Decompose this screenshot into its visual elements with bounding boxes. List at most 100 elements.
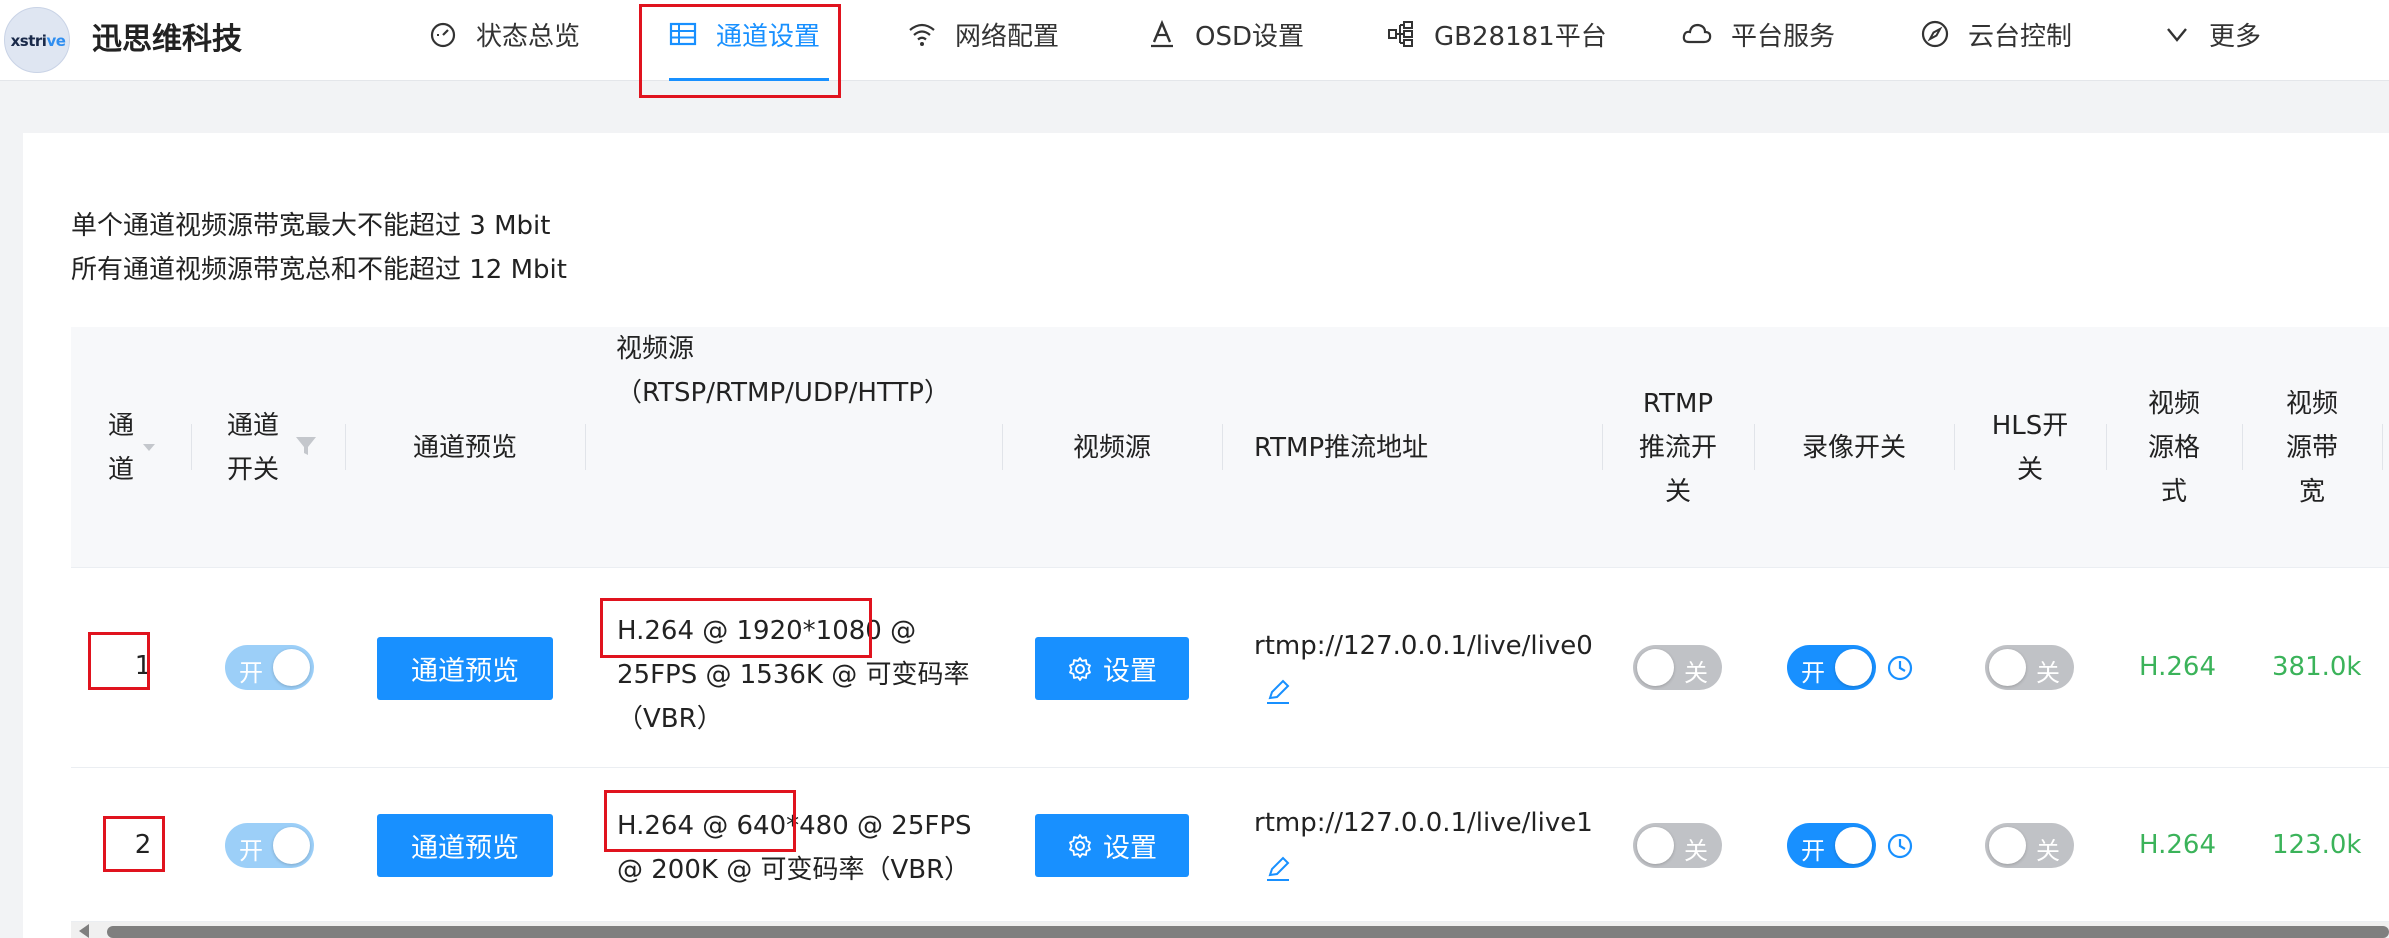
switch-knob: [1989, 649, 2026, 686]
header-text: （RTSP/RTMP/UDP/HTTP）: [616, 378, 950, 408]
filter-icon[interactable]: [295, 435, 317, 457]
header-text: 推流开: [1638, 432, 1717, 463]
column-separator: [2382, 424, 2383, 470]
nav-label: 更多: [2209, 21, 2262, 52]
table-header: 通 道 通道 开关 通道预览 视频源 （RTSP/RTMP/UDP/HTTP） …: [71, 327, 2389, 568]
rtmp-url: rtmp://127.0.0.1/live/live1: [1254, 808, 1593, 838]
button-label: 设置: [1103, 833, 1157, 864]
header-source-bandwidth: 视频 源带 宽: [2242, 327, 2382, 568]
header-text: 关: [2016, 454, 2043, 485]
header-text: 通道: [226, 410, 279, 441]
header-text: 视频: [2147, 388, 2200, 419]
switch-label: 关: [2036, 659, 2060, 687]
gear-icon: [1069, 833, 1091, 858]
header-text: 视频: [2285, 388, 2338, 419]
nav-network-config[interactable]: 网络配置: [907, 14, 1059, 54]
nav-osd-settings[interactable]: OSD设置: [1147, 14, 1304, 54]
edit-icon[interactable]: [1263, 854, 1293, 884]
nav-label: GB28181平台: [1434, 21, 1607, 52]
source-text: @ 25FPS: [848, 811, 972, 841]
wifi-icon: [909, 23, 935, 46]
header-text: 视频源: [616, 334, 695, 364]
table-row: 1 开 通道预览 H.264 @ 1920*1080 @ 25FPS @ 153…: [71, 569, 2389, 768]
record-switch[interactable]: 开: [1787, 645, 1876, 690]
channel-preview-button[interactable]: 通道预览: [377, 637, 553, 700]
schedule-clock-icon[interactable]: [1885, 831, 1915, 861]
nav-ptz-control[interactable]: 云台控制: [1920, 14, 2072, 54]
dashboard-icon: [430, 22, 456, 48]
source-settings-button[interactable]: 设置: [1035, 814, 1189, 877]
switch-label: 开: [239, 659, 263, 687]
header-text: 开关: [226, 454, 279, 485]
header-rtmp-switch: RTMP 推流开 关: [1602, 327, 1754, 568]
header-text: RTMP: [1642, 388, 1714, 419]
column-separator: [1222, 424, 1223, 470]
header-preview: 通道预览: [412, 432, 517, 463]
sort-caret-icon[interactable]: [141, 441, 157, 453]
nav-gb28181-platform[interactable]: GB28181平台: [1386, 14, 1607, 54]
header-channel[interactable]: 通 道: [101, 327, 141, 568]
gear-icon: [1069, 656, 1091, 681]
switch-knob: [1989, 827, 2026, 864]
switch-label: 开: [1801, 659, 1825, 687]
source-format: H.264: [2139, 830, 2216, 860]
schedule-clock-icon[interactable]: [1885, 653, 1915, 683]
nav-platform-services[interactable]: 平台服务: [1681, 14, 1835, 54]
header-text: 关: [1664, 476, 1691, 507]
switch-knob: [273, 649, 310, 686]
source-bandwidth: 381.0k: [2272, 652, 2362, 682]
highlight-box-resolution-2: [604, 790, 796, 852]
hls-switch[interactable]: 关: [1985, 645, 2074, 690]
switch-knob: [1835, 649, 1872, 686]
chevron-down-icon: [2167, 28, 2187, 42]
horizontal-scrollbar[interactable]: [71, 922, 2389, 938]
header-record-switch: 录像开关: [1801, 432, 1906, 463]
header-text: 源格: [2147, 432, 2200, 463]
logo-text: xstrive: [10, 32, 66, 50]
font-icon: [1151, 19, 1173, 48]
header-hls-switch: HLS开 关: [1954, 327, 2106, 568]
switch-knob: [1637, 827, 1674, 864]
header-text: HLS开: [1991, 410, 2069, 441]
nav-label: OSD设置: [1195, 21, 1304, 52]
switch-knob: [1835, 827, 1872, 864]
rtmp-push-switch[interactable]: 关: [1633, 645, 1722, 690]
column-separator: [191, 424, 192, 470]
header-text: 宽: [2298, 476, 2325, 507]
edit-icon[interactable]: [1263, 677, 1293, 707]
bandwidth-note-single: 单个通道视频源带宽最大不能超过 3 Mbit: [71, 211, 551, 241]
source-settings-button[interactable]: 设置: [1035, 637, 1189, 700]
highlight-box-channel-1: [88, 632, 150, 690]
header-source: 视频源 （RTSP/RTMP/UDP/HTTP）: [616, 327, 1036, 568]
channel-switch[interactable]: 开: [225, 645, 314, 690]
column-separator: [585, 424, 586, 470]
header-source-settings: 视频源: [1072, 432, 1151, 463]
rtmp-url: rtmp://127.0.0.1/live/live0: [1254, 631, 1593, 661]
bandwidth-note-total: 所有通道视频源带宽总和不能超过 12 Mbit: [71, 255, 567, 285]
nav-status-overview[interactable]: 状态总览: [428, 14, 580, 54]
scroll-left-arrow[interactable]: [79, 924, 89, 938]
company-logo[interactable]: xstrive: [4, 7, 70, 73]
switch-label: 开: [1801, 837, 1825, 865]
header-rtmp-address: RTMP推流地址: [1254, 432, 1429, 463]
nav-more[interactable]: 更多: [2163, 14, 2261, 54]
channel-preview-button[interactable]: 通道预览: [377, 814, 553, 877]
highlight-box-nav: [639, 4, 841, 98]
channel-switch[interactable]: 开: [225, 823, 314, 868]
switch-knob: [273, 827, 310, 864]
brand-name: 迅思维科技: [92, 22, 242, 57]
record-switch[interactable]: 开: [1787, 823, 1876, 868]
switch-knob: [1637, 649, 1674, 686]
compass-icon: [1921, 20, 1949, 48]
cloud-icon: [1682, 23, 1712, 44]
source-text: （VBR）: [617, 704, 723, 734]
hls-switch[interactable]: 关: [1985, 823, 2074, 868]
highlight-box-channel-2: [103, 816, 165, 872]
scrollbar-thumb[interactable]: [107, 926, 2389, 938]
highlight-box-resolution-1: [600, 598, 872, 658]
nav-label: 状态总览: [476, 21, 581, 52]
top-navbar: xstrive 迅思维科技 状态总览 通道设置 网络配置 OSD设置 GB281…: [0, 0, 2389, 81]
header-text: 道: [107, 454, 134, 485]
rtmp-push-switch[interactable]: 关: [1633, 823, 1722, 868]
source-text: @ 200K @ 可变码率（VBR）: [617, 855, 971, 885]
